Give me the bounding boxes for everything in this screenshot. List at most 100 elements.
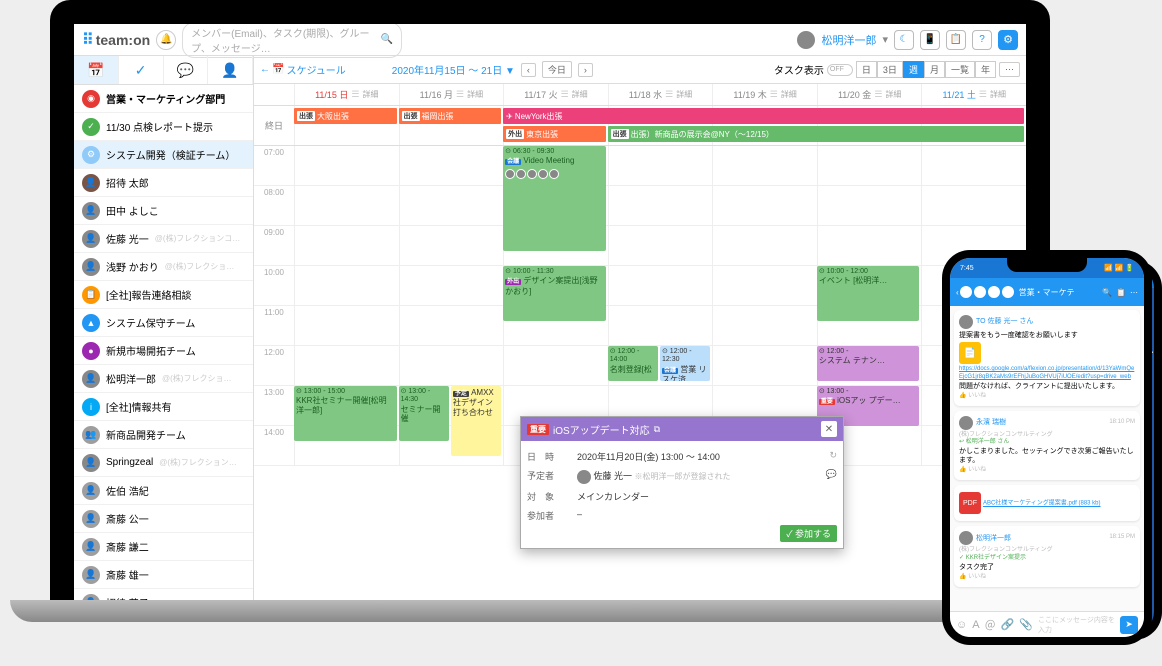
chat-icon[interactable]: 💬 <box>826 469 837 484</box>
chat-message[interactable]: 永濱 瑞樹18:10 PM(株)フレクションコンサルティング↩ 松明洋一郎 さん… <box>954 411 1140 481</box>
chat-message[interactable]: PDF ABC社様マーケティング提案書.pdf (883 kb) <box>954 485 1140 521</box>
date-range[interactable]: 2020年11月15日 〜 21日 ▼ <box>392 62 515 77</box>
user-name[interactable]: 松明洋一郎 <box>821 32 876 48</box>
detail-label[interactable]: 詳細 <box>467 89 483 100</box>
chat-message[interactable]: 松明洋一郎18:15 PM(株)フレクションコンサルティング✓ KKR社デザイン… <box>954 526 1140 586</box>
search-input[interactable]: メンバー(Email)、タスク(期限)、グループ、メッセージ… 🔍 <box>182 24 402 58</box>
calendar-event[interactable]: ⊙ 12:00 -システム テナン… <box>817 346 920 381</box>
detail-label[interactable]: 詳細 <box>990 89 1006 100</box>
a-icon[interactable]: A <box>972 619 979 631</box>
settings-icon[interactable]: ⚙ <box>998 30 1018 50</box>
day-header[interactable]: 11/21 土 ☰詳細 <box>921 84 1026 105</box>
join-button[interactable]: ✓ 参加する <box>780 525 837 542</box>
day-header[interactable]: 11/20 金 ☰詳細 <box>817 84 922 105</box>
sidebar-item[interactable]: ●新規市場開拓チーム <box>74 337 253 365</box>
view-button-一覧[interactable]: 一覧 <box>945 61 975 78</box>
file-icon[interactable]: 🔗 <box>1001 618 1015 631</box>
sidebar-item[interactable]: 👤招待 太郎 <box>74 169 253 197</box>
prev-button[interactable]: ‹ <box>521 63 536 77</box>
detail-label[interactable]: 詳細 <box>676 89 692 100</box>
phone-group-name[interactable]: 営業・マーケテ <box>1019 287 1075 298</box>
calendar-event[interactable]: ⊙ 06:30 - 09:30会議 Video Meeting <box>503 146 606 251</box>
like-button[interactable]: 👍 いいね <box>959 574 1135 582</box>
sb-tab-chat[interactable]: 💬 <box>164 56 209 84</box>
day-header[interactable]: 11/16 月 ☰詳細 <box>399 84 504 105</box>
detail-label[interactable]: 詳細 <box>572 89 588 100</box>
sidebar-item[interactable]: 👤浅野 かおり@(株)フレクショ… <box>74 253 253 281</box>
view-button-3日[interactable]: 3日 <box>877 61 903 78</box>
like-button[interactable]: 👍 いいね <box>959 393 1135 401</box>
sidebar-item[interactable]: ◉営業・マーケティング部門 <box>74 85 253 113</box>
day-header[interactable]: 11/15 日 ☰詳細 <box>294 84 399 105</box>
pdf-icon[interactable]: PDF <box>959 492 981 514</box>
sidebar-item[interactable]: 👤斎藤 雄一 <box>74 561 253 589</box>
avatar[interactable] <box>797 31 815 49</box>
allday-event[interactable]: 出張大阪出張 <box>294 108 397 124</box>
send-button[interactable]: ➤ <box>1120 616 1138 634</box>
phone-input-placeholder[interactable]: ここにメッセージ内容を入力 <box>1038 615 1115 635</box>
sb-tab-user[interactable]: 👤 <box>208 56 253 84</box>
copy-icon[interactable]: ⧉ <box>654 424 660 435</box>
sidebar-item[interactable]: ✓11/30 点検レポート提示 <box>74 113 253 141</box>
sb-tab-check[interactable]: ✓ <box>119 56 164 84</box>
sidebar-item[interactable]: 👤佐伯 浩紀 <box>74 477 253 505</box>
calendar-event[interactable]: ⊙ 13:00 - 15:00KKR社セミナー開催[松明洋一郎] <box>294 386 397 441</box>
msg-link[interactable]: https://docs.google.com/a/flexion.co.jp/… <box>959 366 1135 382</box>
sidebar-item[interactable]: i[全社]情報共有 <box>74 393 253 421</box>
clipboard-icon[interactable]: 📋 <box>946 30 966 50</box>
chat-message[interactable]: TO 佐藤 光一 さん提案書をもう一度確認をお願いします📄https://doc… <box>954 310 1140 406</box>
today-button[interactable]: 今日 <box>542 61 572 78</box>
detail-label[interactable]: 詳細 <box>781 89 797 100</box>
notification-icon[interactable]: 🔔 <box>156 30 176 50</box>
calendar-event[interactable]: ⊙ 12:00 - 12:30会議 営業 リスケ済 <box>660 346 710 381</box>
mobile-icon[interactable]: 📱 <box>920 30 940 50</box>
pdf-name[interactable]: ABC社様マーケティング提案書.pdf (883 kb) <box>983 501 1101 507</box>
sidebar-item[interactable]: ⚙システム開発（検証チーム） <box>74 141 253 169</box>
day-header[interactable]: 11/19 木 ☰詳細 <box>712 84 817 105</box>
close-button[interactable]: ✕ <box>821 421 837 437</box>
more-icon[interactable]: ⋯ <box>1130 288 1138 297</box>
more-icon[interactable]: ⋯ <box>999 62 1020 77</box>
sidebar-item[interactable]: 👤斎藤 謙二 <box>74 533 253 561</box>
moon-icon[interactable]: ☾ <box>894 30 914 50</box>
detail-label[interactable]: 詳細 <box>885 89 901 100</box>
detail-label[interactable]: 詳細 <box>363 89 379 100</box>
calendar-event[interactable]: 予定 AMXX社デザイン打ち合わせ <box>451 386 501 456</box>
next-button[interactable]: › <box>578 63 593 77</box>
sidebar-item[interactable]: 👤招待 花子 <box>74 589 253 600</box>
sidebar-item[interactable]: ▲システム保守チーム <box>74 309 253 337</box>
mention-icon[interactable]: ＠ <box>985 617 996 633</box>
view-button-月[interactable]: 月 <box>924 61 945 78</box>
help-icon[interactable]: ? <box>972 30 992 50</box>
sidebar-item[interactable]: 👥新商品開発チーム <box>74 421 253 449</box>
allday-event[interactable]: 出張福岡出張 <box>399 108 502 124</box>
dropdown-icon[interactable]: ▾ <box>882 33 888 46</box>
calendar-event[interactable]: ⊙ 10:00 - 11:30外出 デザイン案提出[浅野 かおり] <box>503 266 606 321</box>
back-icon[interactable]: ← <box>260 64 270 75</box>
like-button[interactable]: 👍 いいね <box>959 467 1135 475</box>
calendar-event[interactable]: ⊙ 13:00 - 14:30セミナー開催 <box>399 386 449 441</box>
sidebar-item[interactable]: 👤Springzeal@(株)フレクション… <box>74 449 253 477</box>
calendar-event[interactable]: ⊙ 10:00 - 12:00イベント [松明洋… <box>817 266 920 321</box>
doc-icon[interactable]: 📄 <box>959 342 981 364</box>
calendar-event[interactable]: ⊙ 12:00 - 14:00名刺登録[松 <box>608 346 658 381</box>
view-button-日[interactable]: 日 <box>856 61 877 78</box>
refresh-icon[interactable]: ↻ <box>829 450 837 463</box>
sidebar-item[interactable]: 👤田中 よしこ <box>74 197 253 225</box>
sidebar-item[interactable]: 📋[全社]報告連絡相談 <box>74 281 253 309</box>
allday-event[interactable]: 出張出張）新商品の展示会@NY（〜12/15） <box>608 126 1024 142</box>
day-header[interactable]: 11/18 水 ☰詳細 <box>608 84 713 105</box>
day-header[interactable]: 11/17 火 ☰詳細 <box>503 84 608 105</box>
view-button-週[interactable]: 週 <box>903 61 924 78</box>
search-icon[interactable]: 🔍 <box>1102 288 1112 297</box>
view-button-年[interactable]: 年 <box>975 61 996 78</box>
sb-tab-calendar[interactable]: 📅 <box>74 56 119 84</box>
clipboard-icon[interactable]: 📋 <box>1116 288 1126 297</box>
attach-icon[interactable]: 📎 <box>1019 618 1033 631</box>
allday-event[interactable]: 外出東京出張 <box>503 126 606 142</box>
sidebar-item[interactable]: 👤佐藤 光一@(株)フレクションコ… <box>74 225 253 253</box>
emoji-icon[interactable]: ☺ <box>956 619 967 631</box>
sidebar-item[interactable]: 👤斎藤 公一 <box>74 505 253 533</box>
task-toggle[interactable]: OFF <box>827 64 853 76</box>
allday-event[interactable]: ✈NewYork出張 <box>503 108 1024 124</box>
